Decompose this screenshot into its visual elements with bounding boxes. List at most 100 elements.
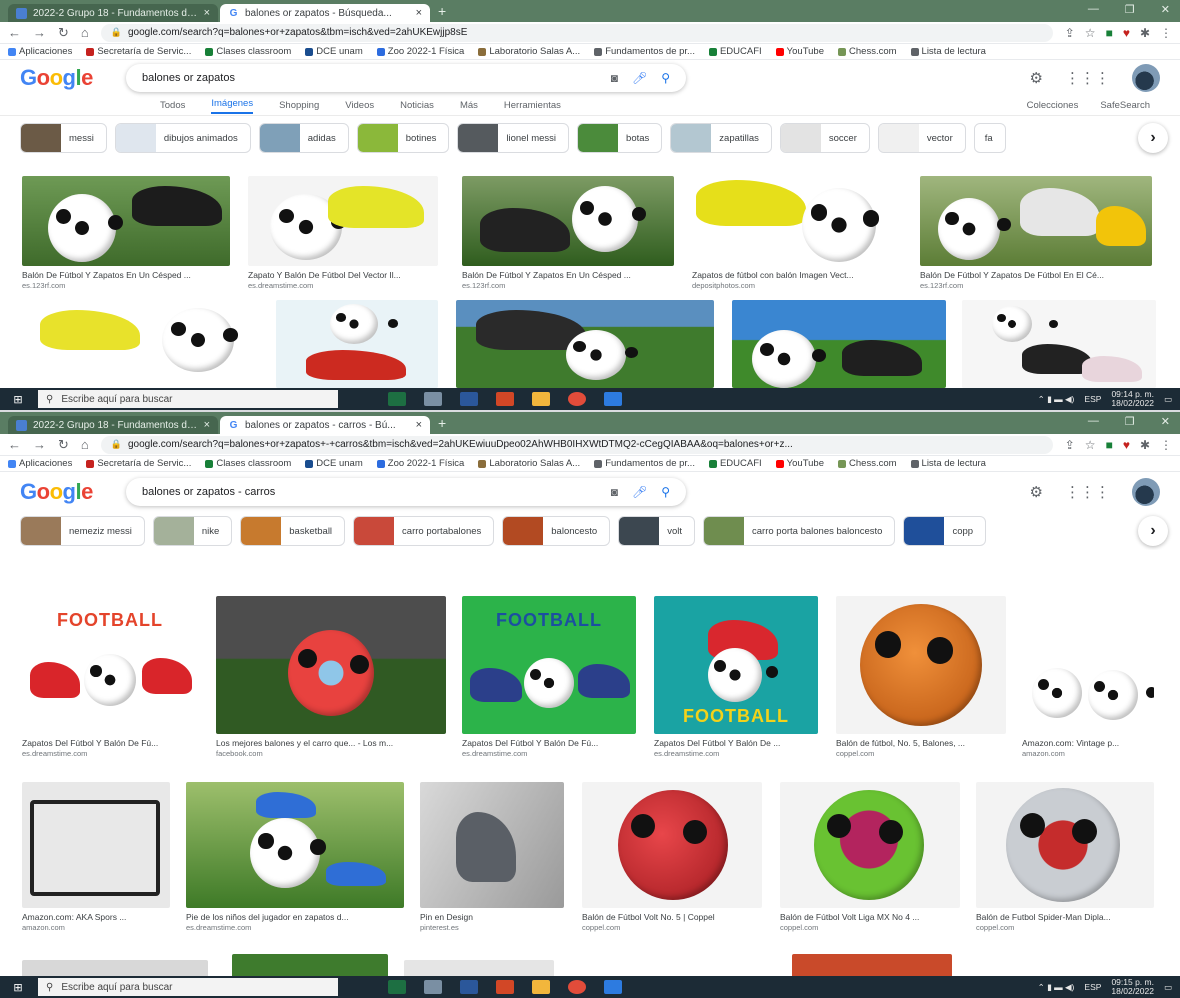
bookmark[interactable]: Laboratorio Salas A... xyxy=(478,458,580,469)
extension-icon[interactable]: ♥ xyxy=(1123,438,1130,452)
tab-videos[interactable]: Videos xyxy=(345,100,374,111)
bookmark[interactable]: Laboratorio Salas A... xyxy=(478,46,580,57)
menu-icon[interactable]: ⋮ xyxy=(1160,26,1172,40)
maximize-icon[interactable]: ❐ xyxy=(1125,3,1135,16)
bookmark[interactable]: Fundamentos de pr... xyxy=(594,458,695,469)
chip[interactable]: carro porta balones baloncesto xyxy=(703,516,896,546)
chrome-icon[interactable] xyxy=(568,392,586,406)
clock[interactable]: 09:15 p. m. 18/02/2022 xyxy=(1111,978,1154,996)
tab-mas[interactable]: Más xyxy=(460,100,478,111)
avatar[interactable] xyxy=(1132,64,1160,92)
new-tab-button[interactable]: + xyxy=(438,3,446,19)
apps-grid-icon[interactable]: ⋮⋮⋮ xyxy=(1065,69,1110,87)
bookmark[interactable]: Zoo 2022-1 Física xyxy=(376,46,464,57)
bookmark[interactable]: Clases classroom xyxy=(205,458,291,469)
image-result[interactable]: FOOTBALL Zapatos Del Fútbol Y Balón De F… xyxy=(462,596,636,758)
image-result[interactable]: Pie de los niños del jugador en zapatos … xyxy=(186,782,404,932)
browser-tab[interactable]: Gbalones or zapatos - carros - Bú... × xyxy=(220,416,430,434)
image-result[interactable]: Balón De Fútbol Y Zapatos En Un Césped .… xyxy=(462,176,674,290)
language-indicator[interactable]: ESP xyxy=(1084,394,1101,404)
collections-link[interactable]: Colecciones xyxy=(1027,100,1079,111)
google-doodle-logo[interactable]: Google xyxy=(20,65,100,91)
chip[interactable]: basketball xyxy=(240,516,346,546)
settings-icon[interactable]: ⚙ xyxy=(1030,483,1043,501)
maximize-icon[interactable]: ❐ xyxy=(1125,415,1135,428)
star-icon[interactable]: ☆ xyxy=(1085,438,1096,452)
forward-icon[interactable]: → xyxy=(33,25,46,40)
back-icon[interactable]: ← xyxy=(8,25,21,40)
image-result[interactable]: Los mejores balones y el carro que... - … xyxy=(216,596,446,758)
word-icon[interactable] xyxy=(460,980,478,994)
chip[interactable]: volt xyxy=(618,516,696,546)
reload-icon[interactable]: ↻ xyxy=(58,437,69,453)
chip[interactable]: botas xyxy=(577,123,663,153)
bookmark[interactable]: DCE unam xyxy=(305,46,363,57)
extension-icon[interactable]: ■ xyxy=(1106,26,1113,40)
app-icon[interactable] xyxy=(424,392,442,406)
chip[interactable]: baloncesto xyxy=(502,516,611,546)
extension-icon[interactable]: ♥ xyxy=(1123,26,1130,40)
bookmark[interactable]: YouTube xyxy=(775,458,824,469)
browser-tab[interactable]: 2022-2 Grupo 18 - Fundamentos de... × xyxy=(8,4,218,22)
chip[interactable]: messi xyxy=(20,123,107,153)
image-result[interactable]: Balón De Fútbol Y Zapatos En Un Césped .… xyxy=(22,176,230,290)
minimize-icon[interactable]: — xyxy=(1088,3,1099,16)
tray-icons[interactable]: ⌃ ▮ ▬ ◀) xyxy=(1038,982,1075,993)
image-result[interactable]: Balón de Fútbol Volt No. 5 | Coppel copp… xyxy=(582,782,762,932)
notification-icon[interactable]: ▭ xyxy=(1164,982,1172,993)
home-icon[interactable]: ⌂ xyxy=(81,437,89,452)
safesearch-link[interactable]: SafeSearch xyxy=(1100,100,1150,111)
camera-icon[interactable]: ◙ xyxy=(611,71,618,85)
image-result[interactable] xyxy=(22,300,258,388)
bookmark[interactable]: Lista de lectura xyxy=(910,46,986,57)
search-input[interactable]: balones or zapatos xyxy=(142,72,597,84)
home-icon[interactable]: ⌂ xyxy=(81,25,89,40)
chip[interactable]: carro portabalones xyxy=(353,516,495,546)
chips-next-button[interactable]: › xyxy=(1138,123,1168,153)
mic-icon[interactable]: 🎤︎ xyxy=(632,485,647,499)
chip[interactable]: soccer xyxy=(779,123,870,153)
image-result[interactable]: Balón de Futbol Spider-Man Dipla... copp… xyxy=(976,782,1154,932)
browser-tab[interactable]: Gbalones or zapatos - Búsqueda... × xyxy=(220,4,430,22)
clock[interactable]: 09:14 p. m. 18/02/2022 xyxy=(1111,390,1154,408)
app-icon[interactable] xyxy=(424,980,442,994)
image-result[interactable] xyxy=(456,300,714,388)
camera-icon[interactable]: ◙ xyxy=(611,485,618,499)
image-result[interactable]: FOOTBALL Zapatos Del Fútbol Y Balón De F… xyxy=(22,596,198,758)
browser-tab[interactable]: 2022-2 Grupo 18 - Fundamentos de... × xyxy=(8,416,218,434)
bookmark[interactable]: Secretaría de Servic... xyxy=(86,46,191,57)
tab-noticias[interactable]: Noticias xyxy=(400,100,434,111)
tray-icons[interactable]: ⌃ ▮ ▬ ◀) xyxy=(1038,394,1075,405)
bookmark[interactable]: Aplicaciones xyxy=(8,458,72,469)
chip[interactable]: fa xyxy=(973,123,1006,153)
tab-herramientas[interactable]: Herramientas xyxy=(504,100,561,111)
image-result[interactable] xyxy=(732,300,946,388)
bookmark[interactable]: Secretaría de Servic... xyxy=(86,458,191,469)
apps-grid-icon[interactable]: ⋮⋮⋮ xyxy=(1065,483,1110,501)
forward-icon[interactable]: → xyxy=(33,437,46,452)
search-box[interactable]: balones or zapatos - carros ◙ 🎤︎ ⚲ xyxy=(126,478,686,506)
bookmark[interactable]: Fundamentos de pr... xyxy=(594,46,695,57)
powerpoint-icon[interactable] xyxy=(496,980,514,994)
image-result[interactable]: Balón de Fútbol Volt Liga MX No 4 ... co… xyxy=(780,782,960,932)
chip[interactable]: dibujos animados xyxy=(114,123,251,153)
search-input[interactable]: balones or zapatos - carros xyxy=(142,486,597,498)
close-tab-icon[interactable]: × xyxy=(416,419,422,431)
close-window-icon[interactable]: ✕ xyxy=(1161,415,1170,428)
taskbar-search[interactable]: ⚲ Escribe aquí para buscar xyxy=(38,978,338,996)
search-icon[interactable]: ⚲ xyxy=(661,71,670,85)
minimize-icon[interactable]: — xyxy=(1088,415,1099,428)
excel-icon[interactable] xyxy=(388,392,406,406)
folder-icon[interactable] xyxy=(532,980,550,994)
folder-icon[interactable] xyxy=(532,392,550,406)
image-result[interactable]: Amazon.com: AKA Spors ... amazon.com xyxy=(22,782,170,932)
close-tab-icon[interactable]: × xyxy=(416,7,422,19)
image-result[interactable]: Zapatos de fútbol con balón Imagen Vect.… xyxy=(692,176,904,290)
taskbar-search[interactable]: ⚲ Escribe aquí para buscar xyxy=(38,390,338,408)
search-box[interactable]: balones or zapatos ◙ 🎤︎ ⚲ xyxy=(126,64,686,92)
chip[interactable]: lionel messi xyxy=(457,123,570,153)
image-result[interactable] xyxy=(276,300,438,388)
star-icon[interactable]: ☆ xyxy=(1085,26,1096,40)
bookmark[interactable]: EDUCAFI xyxy=(708,458,762,469)
windows-start-icon[interactable]: ⊞ xyxy=(8,981,28,994)
